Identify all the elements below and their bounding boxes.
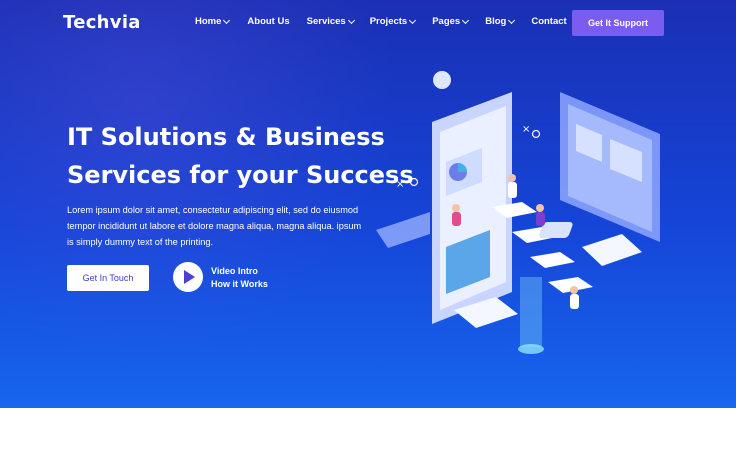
get-it-support-button[interactable]: Get It Support xyxy=(572,10,664,36)
video-intro-line1: Video Intro xyxy=(211,266,258,276)
hero-description: Lorem ipsum dolor sit amet, consectetur … xyxy=(67,205,362,247)
person-bottom-head xyxy=(570,286,578,294)
it-services-illustration: × × xyxy=(376,71,660,354)
beam-base xyxy=(518,344,544,354)
nav-services-label: Services xyxy=(306,16,346,27)
nav-projects[interactable]: Projects xyxy=(369,16,417,27)
chat-bubble-graphic xyxy=(376,212,430,248)
chevron-down-icon xyxy=(409,16,417,24)
nav-contact-label: Contact xyxy=(531,16,567,27)
nav-blog[interactable]: Blog xyxy=(485,16,516,27)
hero-headline-line1: IT Solutions & Business xyxy=(67,123,385,151)
person-bottom-body xyxy=(570,294,579,309)
chevron-down-icon xyxy=(462,16,470,24)
video-intro-line2: How it Works xyxy=(211,279,268,289)
person-sitting-head xyxy=(452,204,460,212)
light-beam xyxy=(520,277,542,347)
person-sitting-body xyxy=(452,212,461,226)
nav-blog-label: Blog xyxy=(485,16,507,27)
video-intro-link[interactable]: Video Intro How it Works xyxy=(211,265,268,291)
nav-pages[interactable]: Pages xyxy=(432,16,470,27)
hero-headline-line2: Services for your Success xyxy=(67,161,414,189)
decor-ring-right xyxy=(531,129,541,139)
floating-orb xyxy=(433,71,451,89)
decor-x-o-right: × xyxy=(522,124,530,135)
decor-x-o-left: × xyxy=(396,179,404,190)
chevron-down-icon xyxy=(508,16,516,24)
video-play-button[interactable] xyxy=(173,262,203,292)
chevron-down-icon xyxy=(347,16,355,24)
decor-ring-left xyxy=(409,177,419,187)
get-in-touch-button[interactable]: Get In Touch xyxy=(67,265,149,291)
nav-home[interactable]: Home xyxy=(195,16,231,27)
nav-projects-label: Projects xyxy=(369,16,408,27)
nav-pages-label: Pages xyxy=(432,16,461,27)
nav-services[interactable]: Services xyxy=(306,16,355,27)
hero-section: Techvia Home About Us Services Projects … xyxy=(0,0,736,408)
person-middle-body xyxy=(536,212,545,226)
main-nav: Home About Us Services Projects Pages Bl… xyxy=(195,16,567,27)
nav-contact[interactable]: Contact xyxy=(531,16,566,27)
chevron-down-icon xyxy=(223,16,231,24)
play-icon xyxy=(184,270,195,284)
stair-block-3 xyxy=(530,252,575,268)
person-top-body xyxy=(508,182,517,198)
nav-home-label: Home xyxy=(195,16,222,27)
nav-about-us[interactable]: About Us xyxy=(247,16,289,27)
hero-headline: IT Solutions & Business Services for you… xyxy=(67,118,414,194)
person-middle-head xyxy=(536,204,544,212)
person-top-head xyxy=(508,174,516,182)
document-stack-right xyxy=(582,234,642,266)
site-logo[interactable]: Techvia xyxy=(63,12,141,33)
nav-about-us-label: About Us xyxy=(247,16,290,27)
